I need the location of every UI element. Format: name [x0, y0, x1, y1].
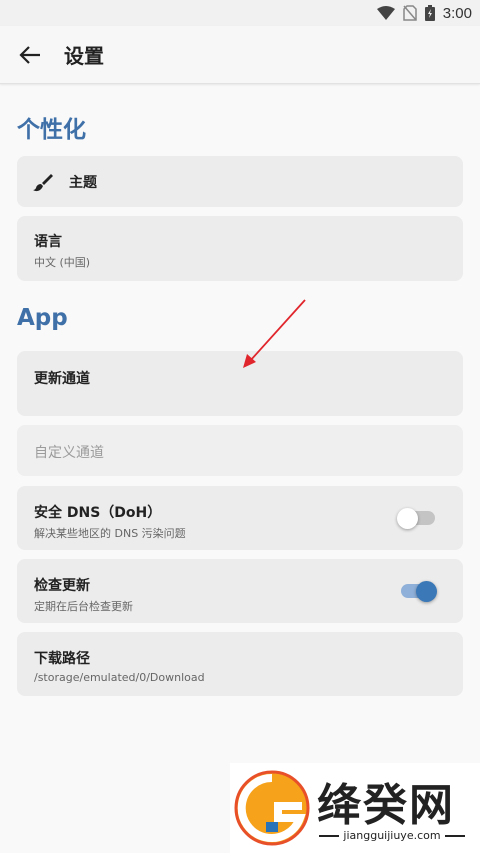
secure-dns-toggle-thumb	[397, 507, 418, 529]
watermark-line-left	[319, 834, 340, 837]
setting-theme[interactable]: 主题	[17, 156, 463, 207]
setting-update-channel-label: 更新通道	[34, 371, 90, 387]
setting-update-channel[interactable]: 更新通道	[17, 351, 463, 416]
setting-theme-label: 主题	[69, 174, 97, 191]
setting-secure-dns[interactable]: 安全 DNS（DoH） 解决某些地区的 DNS 污染问题	[17, 486, 463, 550]
setting-check-updates-description: 定期在后台检查更新	[34, 600, 133, 613]
watermark-logo	[234, 770, 310, 846]
section-title-app: App	[17, 305, 68, 331]
setting-download-path-label: 下载路径	[34, 651, 90, 667]
setting-secure-dns-label: 安全 DNS（DoH）	[34, 505, 162, 521]
setting-download-path[interactable]: 下载路径 /storage/emulated/0/Download	[17, 632, 463, 696]
status-bar: 3:00	[0, 0, 480, 26]
no-sim-icon	[403, 5, 417, 21]
watermark-domain: jiangguijiuye.com	[343, 829, 441, 842]
arrow-left-icon	[19, 45, 40, 64]
battery-icon	[424, 5, 435, 21]
watermark-domain-row: jiangguijiuye.com	[317, 829, 467, 842]
setting-language-value: 中文 (中国)	[34, 256, 91, 269]
app-bar: 设置	[0, 26, 480, 84]
check-updates-toggle[interactable]	[401, 580, 437, 602]
brush-icon	[33, 172, 53, 192]
page-title: 设置	[64, 44, 104, 68]
clock: 3:00	[442, 4, 472, 22]
watermark-line-right	[444, 834, 465, 837]
custom-channel-placeholder: 自定义通道	[34, 445, 104, 461]
setting-check-updates[interactable]: 检查更新 定期在后台检查更新	[17, 559, 463, 623]
check-updates-toggle-thumb	[416, 580, 437, 602]
section-title-personalization: 个性化	[17, 117, 86, 143]
custom-channel-field[interactable]: 自定义通道	[17, 425, 463, 476]
watermark-brand: 绛癸网	[317, 780, 455, 831]
watermark: 绛癸网 jiangguijiuye.com	[230, 763, 480, 853]
setting-check-updates-label: 检查更新	[34, 578, 90, 594]
setting-language[interactable]: 语言 中文 (中国)	[17, 216, 463, 281]
wifi-icon	[376, 6, 395, 20]
back-button[interactable]	[8, 33, 52, 77]
setting-download-path-value: /storage/emulated/0/Download	[34, 671, 205, 684]
setting-secure-dns-description: 解决某些地区的 DNS 污染问题	[34, 527, 186, 540]
secure-dns-toggle[interactable]	[397, 507, 435, 529]
setting-language-label: 语言	[34, 234, 62, 250]
